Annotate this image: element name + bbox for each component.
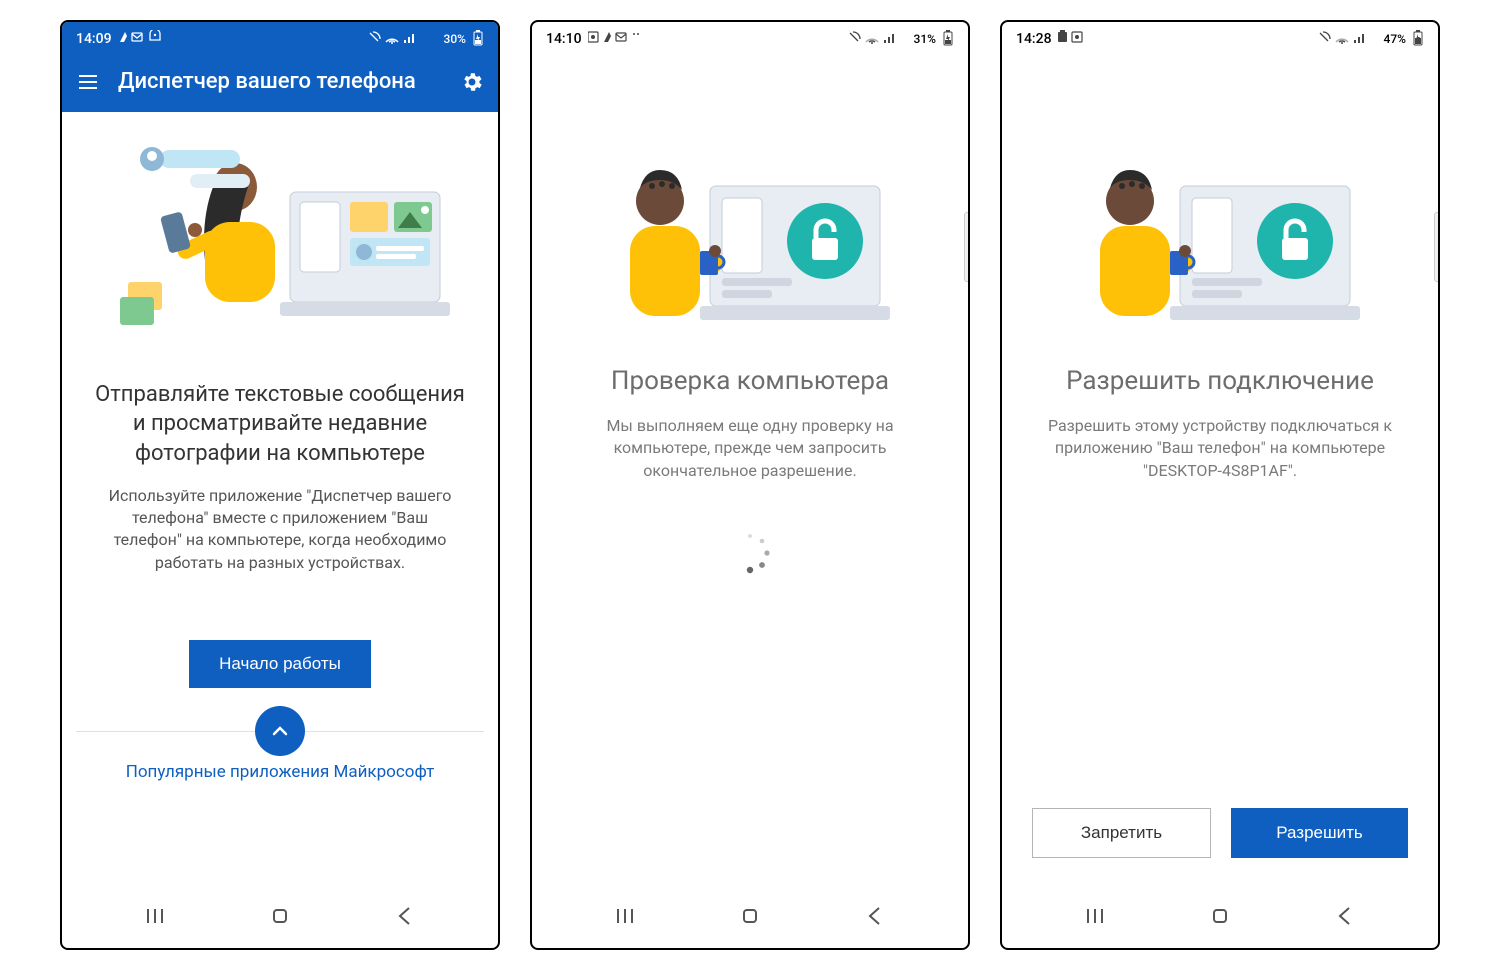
allow-button[interactable]: Разрешить (1231, 808, 1408, 858)
status-time: 14:28 (1016, 31, 1052, 47)
battery-icon (472, 30, 484, 49)
android-nav-bar (62, 888, 498, 948)
loading-spinner (532, 528, 968, 578)
status-bar: 14:10 31% (532, 22, 968, 56)
nav-recent-icon[interactable] (143, 904, 167, 932)
nav-home-icon[interactable] (738, 904, 762, 932)
app-title: Диспетчер вашего телефона (118, 68, 442, 96)
status-time: 14:10 (546, 31, 582, 47)
android-nav-bar (532, 888, 968, 948)
deny-button[interactable]: Запретить (1032, 808, 1211, 858)
phone-screen-1: 14:09 30% Диспетчер вашего телефона (60, 20, 500, 950)
battery-icon (1412, 30, 1424, 49)
headline: Отправляйте текстовые сообщения и просма… (62, 362, 498, 479)
nav-back-icon[interactable] (863, 904, 887, 932)
status-icons-left (1058, 30, 1098, 48)
body-text: Используйте приложение "Диспетчер вашего… (62, 479, 498, 581)
side-notch (1434, 212, 1440, 282)
nav-back-icon[interactable] (393, 904, 417, 932)
nav-recent-icon[interactable] (1083, 904, 1107, 932)
app-header: Диспетчер вашего телефона (62, 56, 498, 112)
status-icons-right (368, 31, 438, 48)
settings-icon[interactable] (460, 70, 484, 94)
nav-recent-icon[interactable] (613, 904, 637, 932)
status-bar: 14:09 30% (62, 22, 498, 56)
headline: Проверка компьютера (532, 346, 968, 409)
status-icons-left (118, 30, 174, 48)
nav-back-icon[interactable] (1333, 904, 1357, 932)
phone-screen-2: 14:10 31% (530, 20, 970, 950)
start-button[interactable]: Начало работы (189, 640, 371, 688)
body-text: Мы выполняем еще одну проверку на компью… (532, 409, 968, 488)
status-icons-right (848, 31, 908, 48)
battery-percent: 31% (914, 32, 936, 46)
status-bar: 14:28 47% (1002, 22, 1438, 56)
status-time: 14:09 (76, 31, 112, 47)
status-icons-left (588, 30, 648, 48)
battery-icon (942, 30, 954, 49)
body-text: Разрешить этому устройству подключаться … (1002, 409, 1438, 488)
nav-home-icon[interactable] (1208, 904, 1232, 932)
hero-illustration (62, 112, 498, 362)
phone-screen-3: 14:28 47% (1000, 20, 1440, 950)
side-notch (964, 212, 970, 282)
status-icons-right (1318, 31, 1378, 48)
illustration (532, 56, 968, 346)
nav-home-icon[interactable] (268, 904, 292, 932)
headline: Разрешить подключение (1002, 346, 1438, 409)
battery-percent: 30% (444, 32, 466, 46)
expand-up-button[interactable] (255, 706, 305, 756)
battery-percent: 47% (1384, 32, 1406, 46)
illustration (1002, 56, 1438, 346)
android-nav-bar (1002, 888, 1438, 948)
menu-icon[interactable] (76, 70, 100, 94)
